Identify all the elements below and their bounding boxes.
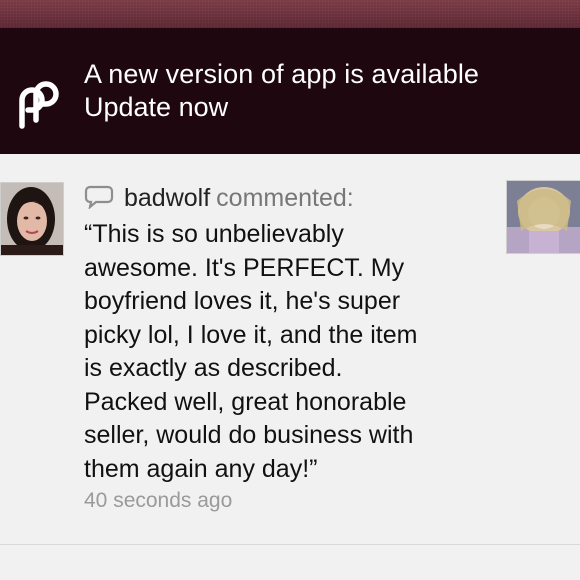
app-logo-icon	[19, 81, 59, 129]
top-decorative-strip	[0, 0, 580, 28]
comment-timestamp: 40 seconds ago	[84, 489, 233, 512]
listing-thumbnail[interactable]	[506, 180, 580, 254]
comment-verb: commented:	[216, 184, 354, 212]
comment-bubble-icon	[84, 185, 114, 209]
user-avatar[interactable]	[0, 182, 64, 256]
notification-title: A new version of app is available	[84, 59, 480, 89]
update-notification-banner[interactable]: A new version of app is available Update…	[0, 28, 580, 154]
comment-username[interactable]: badwolf	[124, 184, 210, 212]
feed-divider	[0, 544, 580, 545]
comment-feed: badwolf commented: “This is so unbelievab…	[0, 154, 580, 580]
comment-body: “This is so unbelievably awesome. It's P…	[84, 220, 418, 483]
comment-header: badwolf commented:	[84, 182, 354, 214]
update-now-link[interactable]: Update now	[84, 91, 228, 123]
